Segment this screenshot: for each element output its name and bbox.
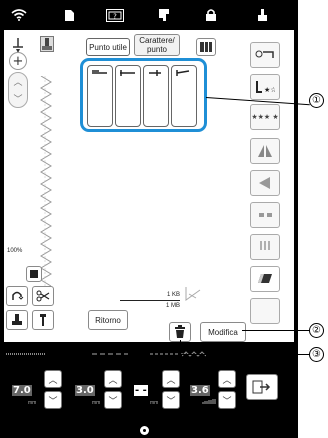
scroll-up-icon[interactable]: ︿ (9, 75, 27, 88)
scissors-button[interactable] (32, 286, 54, 306)
width-indicator-icon (6, 353, 46, 355)
needle-down-button[interactable] (32, 310, 54, 330)
top-toolbar: ? (0, 0, 298, 30)
mirror-vertical-icon (259, 177, 270, 189)
needle-mode-button[interactable] (250, 234, 280, 260)
modifica-label: Modifica (208, 327, 238, 337)
scan-sensor-icon (184, 286, 202, 302)
next-button[interactable] (246, 374, 278, 400)
tension-placeholder-unit: mm (150, 400, 159, 406)
category-card-1[interactable] (87, 65, 113, 127)
zoom-in-button[interactable]: + (9, 52, 27, 70)
placeholder-decrease-button[interactable]: ﹀ (162, 391, 180, 409)
tension-placeholder: - - (134, 385, 148, 396)
stars-icon: ★★★ ★ (251, 113, 279, 121)
stitch-preview (40, 76, 52, 286)
stitch-catalog-button[interactable] (196, 38, 216, 56)
bobbin-button[interactable] (250, 42, 280, 68)
trash-icon (175, 325, 185, 338)
help-icon[interactable]: ? (104, 5, 126, 25)
callout-3-leader (180, 354, 310, 355)
scissors-icon (36, 290, 50, 302)
length-increase-button[interactable]: ︿ (104, 370, 122, 388)
tension-decrease-button[interactable]: ﹀ (218, 391, 236, 409)
thread-cut-button[interactable] (6, 286, 28, 306)
main-screen: + ︿ ﹀ Punto utile Carattere/ punto ★☆ ★★… (4, 30, 294, 342)
catalog-icon (200, 42, 212, 52)
width-increase-button[interactable]: ︿ (44, 370, 62, 388)
star-rating-button[interactable]: ★★★ ★ (250, 104, 280, 130)
category-card-4[interactable] (171, 65, 197, 127)
page-icon[interactable] (58, 5, 80, 25)
tension-increase-button[interactable]: ︿ (218, 370, 236, 388)
mirror-horizontal-icon (258, 145, 272, 157)
export-arrow-icon (252, 380, 271, 394)
callout-3: ③ (309, 347, 324, 362)
empty-right-button[interactable] (250, 298, 280, 324)
punto-utile-label: Punto utile (89, 42, 127, 52)
modifica-button[interactable]: Modifica (200, 322, 246, 342)
memory-total: 1 MB (165, 303, 180, 309)
tension-scale-icon (202, 399, 216, 404)
foot-indicator-icon (40, 36, 54, 52)
delete-button[interactable] (169, 322, 191, 342)
ritorno-button[interactable]: Ritorno (88, 310, 128, 330)
svg-text:?: ? (113, 12, 117, 20)
length-indicator-icon (92, 353, 128, 355)
thread-icon (12, 291, 24, 300)
zoom-level: 100% (7, 248, 23, 254)
callout-2-leader (242, 330, 310, 331)
mirror-vertical-button[interactable] (250, 170, 280, 196)
length-value: 3.0 (75, 385, 95, 396)
punto-utile-button[interactable]: Punto utile (86, 38, 130, 56)
presser-foot-lift-button[interactable] (6, 310, 28, 330)
width-unit: mm (28, 400, 37, 406)
memory-used: 1 KB (166, 292, 180, 298)
width-value: 7.0 (12, 385, 32, 396)
eraser-button[interactable] (250, 266, 280, 292)
placeholder-increase-button[interactable]: ︿ (162, 370, 180, 388)
needle-icon (40, 314, 46, 326)
lock-icon[interactable] (200, 5, 222, 25)
carattere-punto-button[interactable]: Carattere/ punto (134, 34, 180, 56)
width-decrease-button[interactable]: ﹀ (44, 391, 62, 409)
callout-1: ① (309, 93, 324, 108)
bobbin-icon (255, 50, 274, 58)
twin-needle-button[interactable] (250, 202, 280, 228)
foot-lift-icon (12, 314, 22, 325)
settings-bar: 7.0 mm ︿ ﹀ 3.0 mm ︿ ﹀ - - mm ︿ ﹀ 3.6 ︿ ﹀ (0, 344, 298, 438)
display-mode-button[interactable] (26, 266, 42, 282)
wifi-icon[interactable] (8, 5, 30, 25)
scroll-down-icon[interactable]: ﹀ (9, 92, 27, 105)
ritorno-label: Ritorno (95, 315, 121, 325)
twin-needle-icon (259, 213, 272, 217)
mirror-horizontal-button[interactable] (250, 138, 280, 164)
square-icon (30, 270, 38, 278)
stitch-card-icon (149, 70, 161, 76)
eraser-icon (258, 274, 272, 283)
tension-value: 3.6 (190, 385, 210, 396)
needle-mode-icon (260, 241, 270, 250)
callout-2: ② (309, 323, 324, 338)
stitch-card-icon (92, 70, 107, 74)
length-decrease-button[interactable]: ﹀ (104, 391, 122, 409)
carattere-punto-label: Carattere/ punto (139, 36, 175, 54)
lock-stitch-icon: ★☆ (256, 81, 275, 94)
lock-stitch-button[interactable]: ★☆ (250, 74, 280, 100)
callout-3-leader-vert (180, 340, 181, 354)
presser-foot-icon[interactable] (252, 5, 274, 25)
category-panel (80, 58, 207, 132)
stitch-card-icon (120, 70, 135, 76)
length-unit: mm (92, 400, 101, 406)
scroll-pill[interactable]: ︿ ﹀ (8, 72, 28, 108)
home-indicator-dot (143, 429, 146, 432)
category-card-3[interactable] (143, 65, 169, 127)
stitch-card-icon (176, 70, 190, 76)
category-card-2[interactable] (115, 65, 141, 127)
svg-text:★☆: ★☆ (264, 86, 275, 94)
memory-divider (120, 300, 180, 301)
needle-threader-icon[interactable] (153, 5, 175, 25)
home-indicator-icon[interactable] (140, 426, 149, 435)
